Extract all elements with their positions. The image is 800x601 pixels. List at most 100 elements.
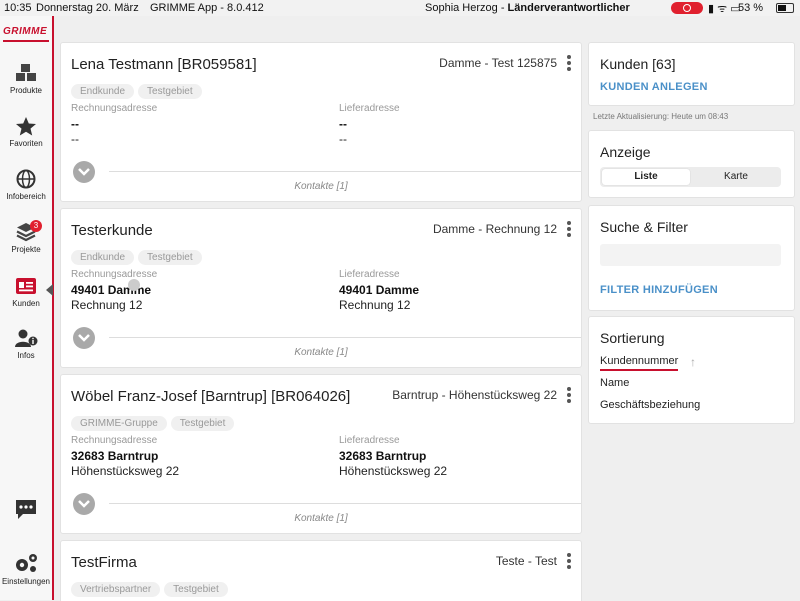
view-toggle: Liste Karte xyxy=(600,167,781,187)
signal-wifi-icon: ▮ ᯤ ▭ xyxy=(708,3,741,15)
customer-name: Testerkunde xyxy=(71,222,153,239)
billing-address-label: Rechnungsadresse xyxy=(71,435,158,446)
customer-name: Wöbel Franz-Josef [Barntrup] [BR064026] xyxy=(71,388,351,405)
customer-location: Teste - Test xyxy=(495,554,557,568)
tag: Vertriebspartner xyxy=(71,582,161,597)
sidebar-item-kunden[interactable]: Kunden xyxy=(0,276,53,308)
app-version: GRIMME App - 8.0.412 xyxy=(150,2,264,14)
customer-card[interactable]: Lena Testmann [BR059581] Damme - Test 12… xyxy=(60,42,582,202)
customer-location: Damme - Test 125875 xyxy=(439,56,557,70)
sidebar-item-einstellungen[interactable]: Einstellungen xyxy=(0,552,52,586)
billing-address-line1: 32683 Barntrup xyxy=(71,449,159,463)
view-map-option[interactable]: Karte xyxy=(692,169,780,185)
delivery-address-line1: 32683 Barntrup xyxy=(339,449,427,463)
sort-option-name[interactable]: Name xyxy=(600,377,629,389)
view-list-option[interactable]: Liste xyxy=(602,169,690,185)
billing-address-line2: -- xyxy=(71,132,79,146)
sidebar-item-label: Einstellungen xyxy=(1,577,51,586)
tag: Endkunde xyxy=(71,250,135,265)
sidebar-item-chat[interactable] xyxy=(0,498,52,523)
delivery-address-label: Lieferadresse xyxy=(339,435,400,446)
delivery-address-line1: -- xyxy=(339,117,347,131)
search-filter-title: Suche & Filter xyxy=(600,219,688,235)
customer-location: Damme - Rechnung 12 xyxy=(432,222,557,236)
expand-chevron-icon[interactable] xyxy=(73,493,95,515)
customer-tags: GRIMME-Gruppe Testgebiet xyxy=(71,413,238,431)
more-options-icon[interactable] xyxy=(567,553,571,571)
add-filter-button[interactable]: FILTER HINZUFÜGEN xyxy=(600,284,718,296)
contacts-count[interactable]: Kontakte [1] xyxy=(61,513,581,524)
delivery-address-line2: Rechnung 12 xyxy=(339,298,411,312)
sidebar-item-favoriten[interactable]: Favoriten xyxy=(0,116,52,148)
battery-icon xyxy=(776,3,794,13)
delivery-address-label: Lieferadresse xyxy=(339,269,400,280)
billing-address-line1: -- xyxy=(71,117,79,131)
customer-tags: Vertriebspartner Testgebiet xyxy=(71,579,232,597)
status-time: 10:35 xyxy=(4,2,32,14)
contacts-count[interactable]: Kontakte [1] xyxy=(61,181,581,192)
divider xyxy=(109,337,581,338)
sidebar-item-label: Projekte xyxy=(11,245,41,254)
tag: Testgebiet xyxy=(170,416,235,431)
status-bar: 10:35 Donnerstag 20. März GRIMME App - 8… xyxy=(0,0,800,16)
user-info-icon xyxy=(15,329,38,347)
sort-panel: Sortierung Kundennummer ↑ Name Geschäfts… xyxy=(588,316,795,424)
more-options-icon[interactable] xyxy=(567,221,571,239)
sidebar-item-label: Kunden xyxy=(12,299,40,308)
more-options-icon[interactable] xyxy=(567,387,571,405)
customer-name: Lena Testmann [BR059581] xyxy=(71,56,257,73)
contacts-count[interactable]: Kontakte [1] xyxy=(61,347,581,358)
sidebar-item-infobereich[interactable]: Infobereich xyxy=(0,169,52,201)
tag: GRIMME-Gruppe xyxy=(71,416,167,431)
projekte-count-badge: 3 xyxy=(30,220,42,232)
customer-card[interactable]: Wöbel Franz-Josef [Barntrup] [BR064026] … xyxy=(60,374,582,534)
tag: Testgebiet xyxy=(138,250,202,265)
customer-card[interactable]: TestFirma Teste - Test Vertriebspartner T… xyxy=(60,540,582,601)
last-update-text: Letzte Aktualisierung: Heute um 08:43 xyxy=(593,112,729,121)
sidebar-item-infos[interactable]: Infos xyxy=(0,328,52,360)
sort-option-kundennummer[interactable]: Kundennummer xyxy=(600,355,679,371)
sidebar-item-label: Favoriten xyxy=(9,139,43,148)
cubes-icon xyxy=(16,64,36,81)
contact-card-icon xyxy=(16,278,36,294)
add-customer-button[interactable]: KUNDEN ANLEGEN xyxy=(600,81,708,93)
sidebar-item-produkte[interactable]: Produkte xyxy=(0,63,52,95)
billing-address-label: Rechnungsadresse xyxy=(71,269,158,280)
sidebar-item-label: Produkte xyxy=(9,86,43,95)
user-role: Länderverantwortlicher xyxy=(507,2,630,14)
touch-indicator xyxy=(128,279,140,291)
tag: Testgebiet xyxy=(164,582,228,597)
expand-chevron-icon[interactable] xyxy=(73,161,95,183)
billing-address-label: Rechnungsadresse xyxy=(71,103,158,114)
delivery-address-label: Lieferadresse xyxy=(339,103,400,114)
search-input[interactable] xyxy=(600,244,781,266)
customer-tags: Endkunde Testgebiet xyxy=(71,81,206,99)
delivery-address-line2: Höhenstücksweg 22 xyxy=(339,464,448,478)
view-panel: Anzeige Liste Karte xyxy=(588,130,795,198)
billing-address-line2: Höhenstücksweg 22 xyxy=(71,464,180,478)
gears-icon xyxy=(16,554,37,572)
sidebar-item-projekte[interactable]: 3 Projekte xyxy=(0,220,52,254)
chat-icon xyxy=(16,500,36,519)
divider xyxy=(109,171,581,172)
status-date: Donnerstag 20. März xyxy=(36,2,139,14)
tag: Testgebiet xyxy=(138,84,202,99)
sort-title: Sortierung xyxy=(600,330,665,346)
expand-chevron-icon[interactable] xyxy=(73,327,95,349)
more-options-icon[interactable] xyxy=(567,55,571,73)
delivery-address-line2: -- xyxy=(339,132,347,146)
divider xyxy=(109,503,581,504)
sidebar: GRIMME Produkte Favoriten Infobereich 3 … xyxy=(0,16,54,600)
star-icon xyxy=(16,117,36,136)
tag: Endkunde xyxy=(71,84,135,99)
customer-tags: Endkunde Testgebiet xyxy=(71,247,206,265)
logo-underline xyxy=(3,40,49,42)
grimme-logo: GRIMME xyxy=(3,26,48,37)
sort-option-geschaeftsbeziehung[interactable]: Geschäftsbeziehung xyxy=(600,399,700,411)
billing-address-line2: Rechnung 12 xyxy=(71,298,143,312)
customers-count-title: Kunden [63] xyxy=(600,56,676,72)
customer-location: Barntrup - Höhenstücksweg 22 xyxy=(392,388,557,402)
current-user: Sophia Herzog - Länderverantwortlicher xyxy=(425,2,630,14)
customer-name: TestFirma xyxy=(71,554,137,571)
sidebar-item-label: Infos xyxy=(17,351,35,360)
